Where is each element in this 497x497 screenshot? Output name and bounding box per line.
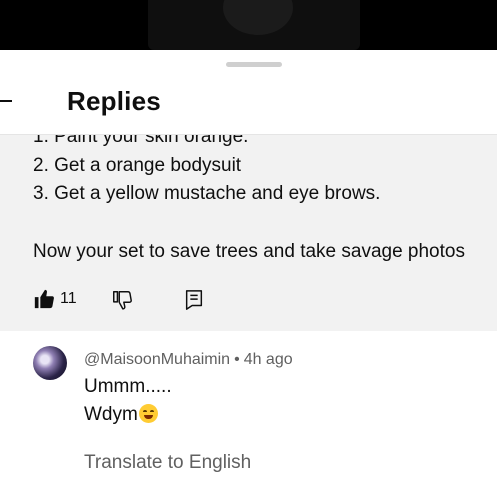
reply-meta: @MaisoonMuhaimin • 4h ago [84,351,293,369]
drag-handle[interactable] [226,62,282,67]
reply-icon[interactable] [184,289,204,311]
comment-actions: 11 [0,287,497,317]
thumbs-up-filled-icon[interactable] [33,288,55,310]
replies-sheet: Replies 1. Paint your skin orange. 2. Ge… [0,50,497,497]
video-thumbnail [148,0,360,50]
parent-comment: 1. Paint your skin orange. 2. Get a oran… [0,135,497,331]
reply-text-line: Ummm..... [84,376,172,397]
like-count: 11 [60,290,77,307]
reply-comment: @MaisoonMuhaimin • 4h ago Ummm..... Wdym T… [0,331,497,497]
author-name[interactable]: @MaisoonMuhaimin [84,351,230,368]
reply-text: Wdym [84,404,138,425]
page-title: Replies [67,86,161,116]
meta-separator: • [234,351,240,368]
comment-text-line: 3. Get a yellow mustache and eye brows. [33,183,381,204]
thumbs-down-icon[interactable] [111,289,133,311]
translate-link[interactable]: Translate to English [84,452,251,474]
back-icon[interactable] [0,100,12,102]
reply-timestamp: 4h ago [243,351,293,368]
video-player-preview[interactable] [0,0,497,50]
laughing-emoji [138,404,158,423]
comment-text-line: 1. Paint your skin orange. [33,135,249,147]
reply-text-line-2: Wdym [84,404,158,426]
comment-text-line: Now your set to save trees and take sava… [33,241,465,262]
avatar[interactable] [33,346,67,380]
comment-text-line: 2. Get a orange bodysuit [33,155,242,176]
replies-header: Replies [0,70,497,135]
